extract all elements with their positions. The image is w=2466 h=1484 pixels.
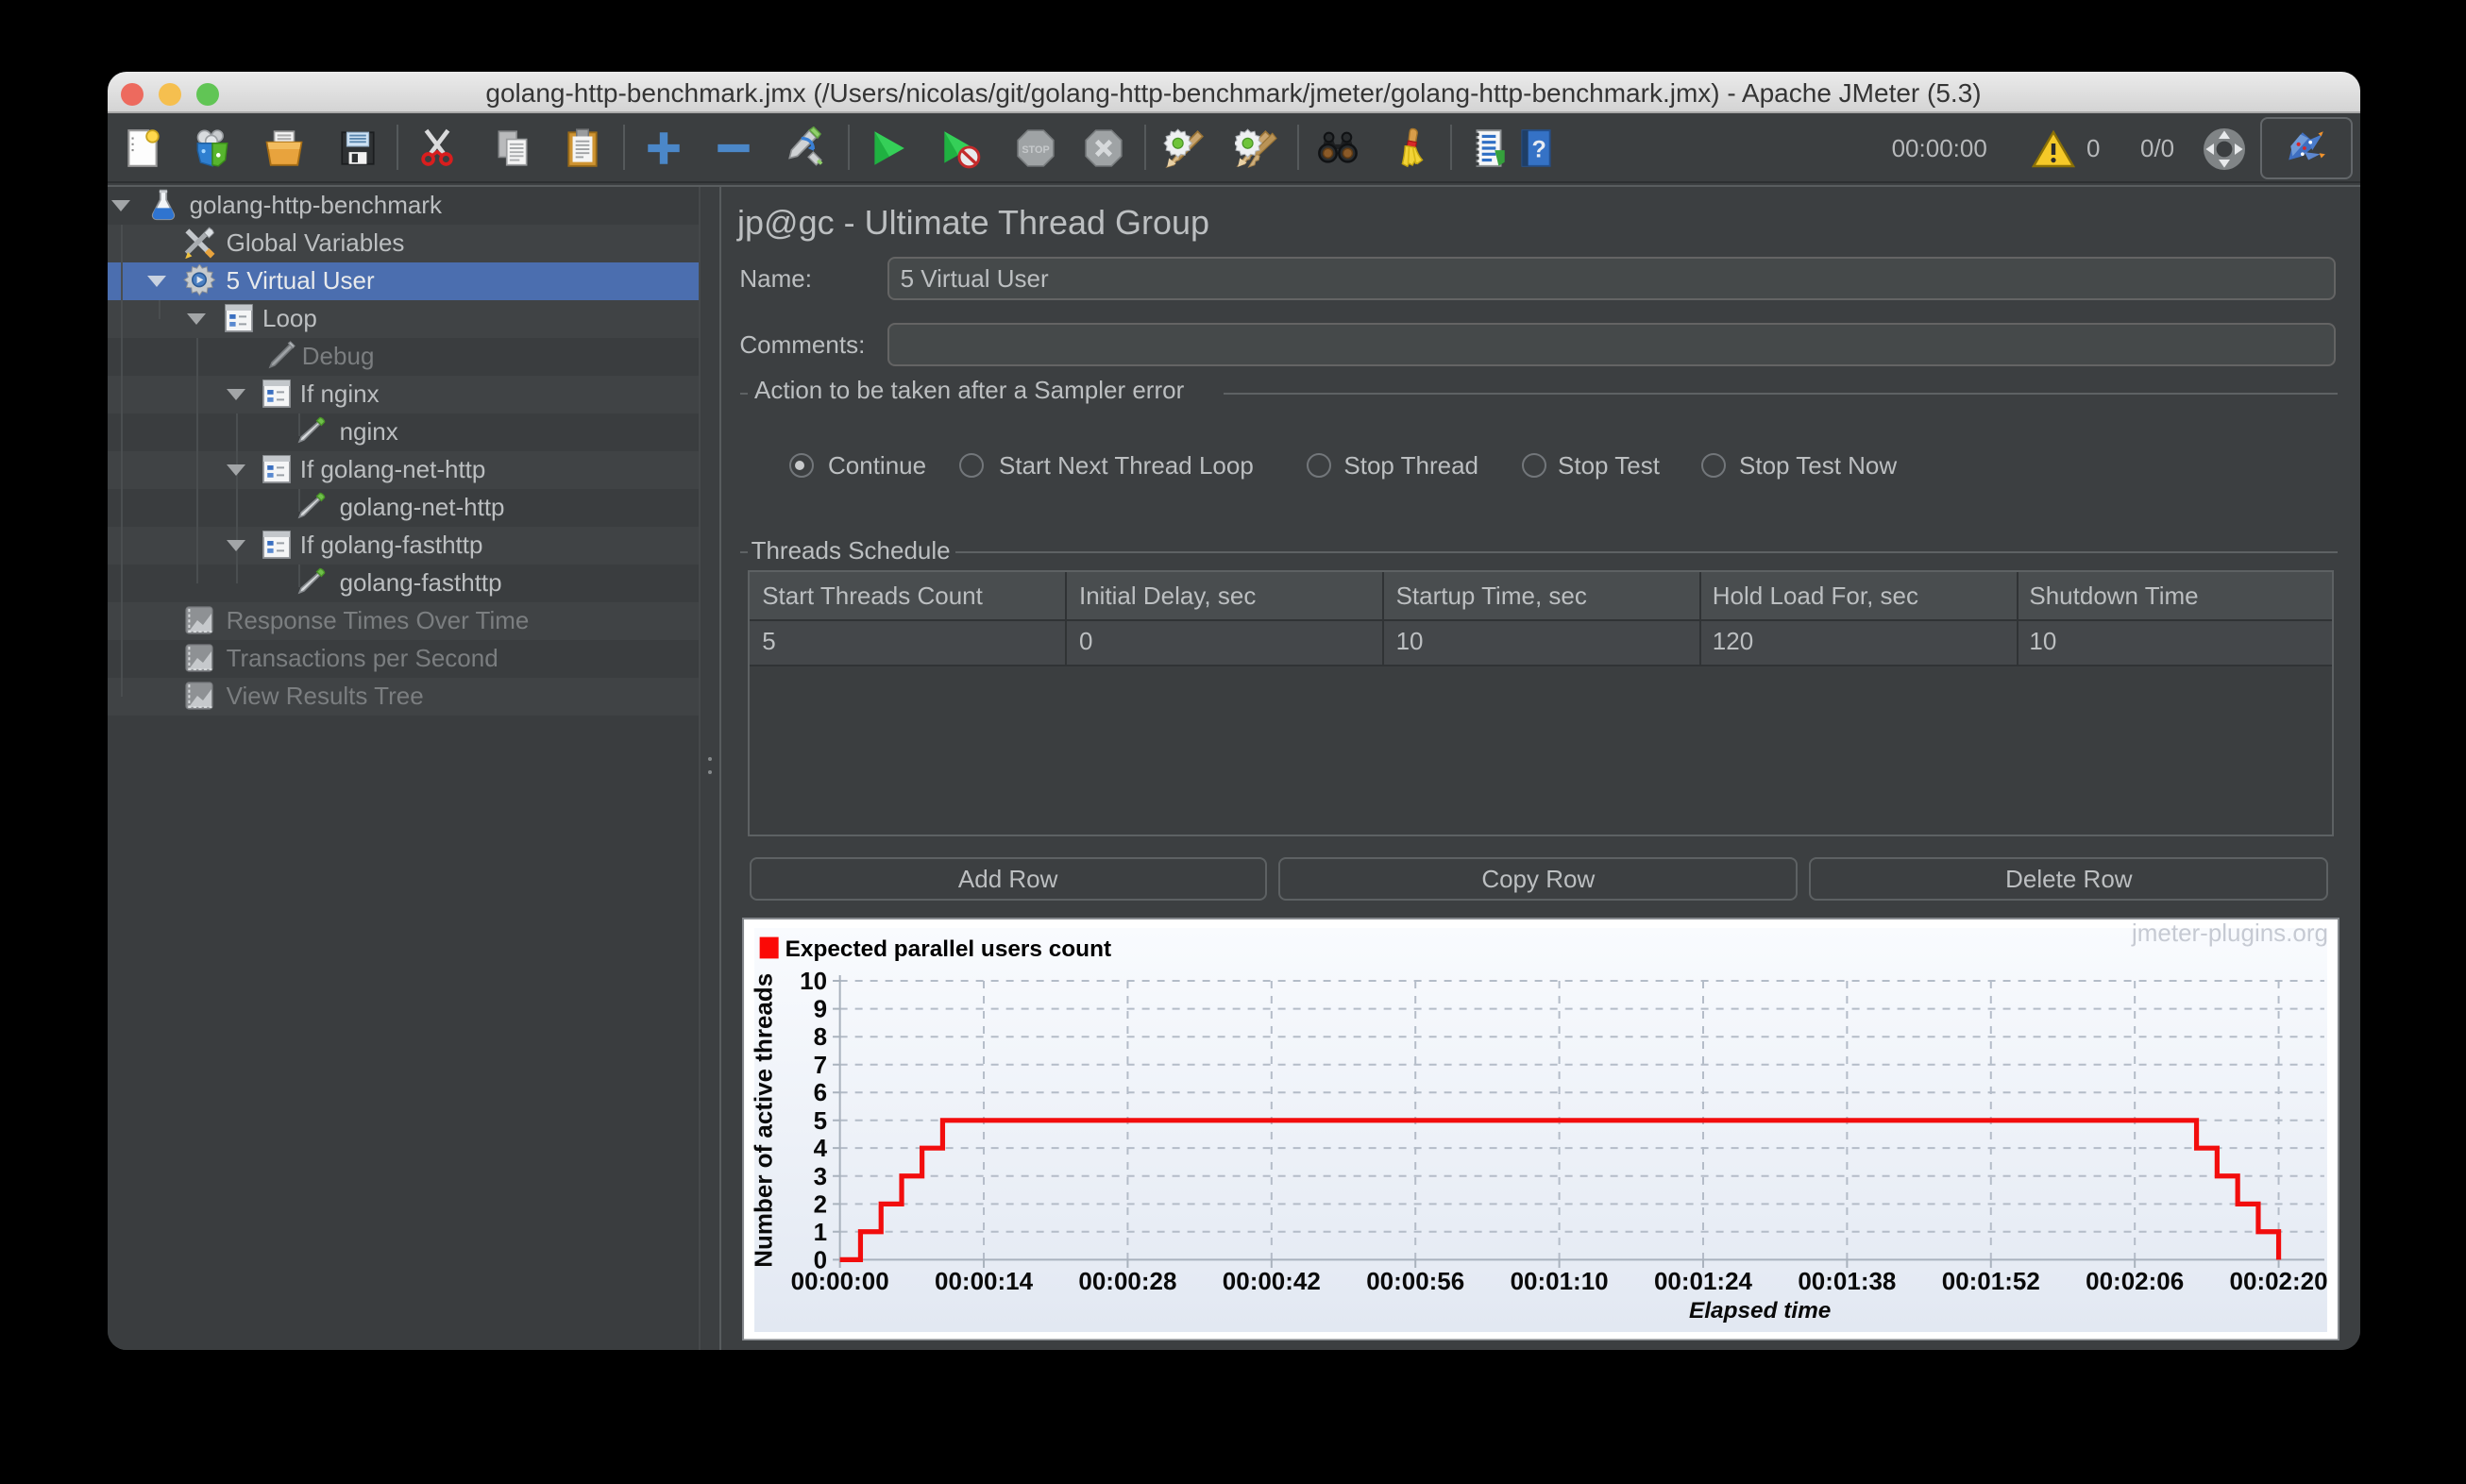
svg-text:00:00:42: 00:00:42 [1222, 1267, 1320, 1295]
svg-text:1: 1 [813, 1217, 826, 1245]
svg-text:8: 8 [813, 1022, 826, 1051]
svg-text:00:02:20: 00:02:20 [2229, 1267, 2327, 1295]
svg-text:00:01:52: 00:01:52 [1941, 1267, 2039, 1295]
svg-text:00:00:56: 00:00:56 [1366, 1267, 1464, 1295]
svg-text:9: 9 [813, 994, 826, 1022]
svg-text:5: 5 [813, 1105, 826, 1134]
svg-text:7: 7 [813, 1050, 826, 1078]
svg-text:STOP: STOP [1022, 144, 1049, 156]
svg-text:00:01:10: 00:01:10 [1510, 1267, 1608, 1295]
svg-text:10: 10 [800, 967, 827, 995]
svg-text:Elapsed time: Elapsed time [1688, 1298, 1830, 1324]
svg-text:jmeter-plugins.org: jmeter-plugins.org [2130, 919, 2327, 947]
svg-text:3: 3 [813, 1161, 826, 1189]
svg-text:00:01:24: 00:01:24 [1653, 1267, 1752, 1295]
svg-text:00:02:06: 00:02:06 [2086, 1267, 2184, 1295]
svg-text:?: ? [1531, 136, 1545, 162]
svg-text:00:01:38: 00:01:38 [1798, 1267, 1896, 1295]
svg-text:00:00:28: 00:00:28 [1078, 1267, 1176, 1295]
svg-text:4: 4 [813, 1134, 827, 1162]
svg-text:6: 6 [813, 1078, 826, 1106]
svg-text:00:00:14: 00:00:14 [934, 1267, 1033, 1295]
svg-text:Expected parallel users count: Expected parallel users count [785, 936, 1110, 962]
svg-text:Number of active threads: Number of active threads [749, 972, 777, 1267]
svg-text:2: 2 [813, 1189, 826, 1218]
svg-text:00:00:00: 00:00:00 [790, 1267, 888, 1295]
